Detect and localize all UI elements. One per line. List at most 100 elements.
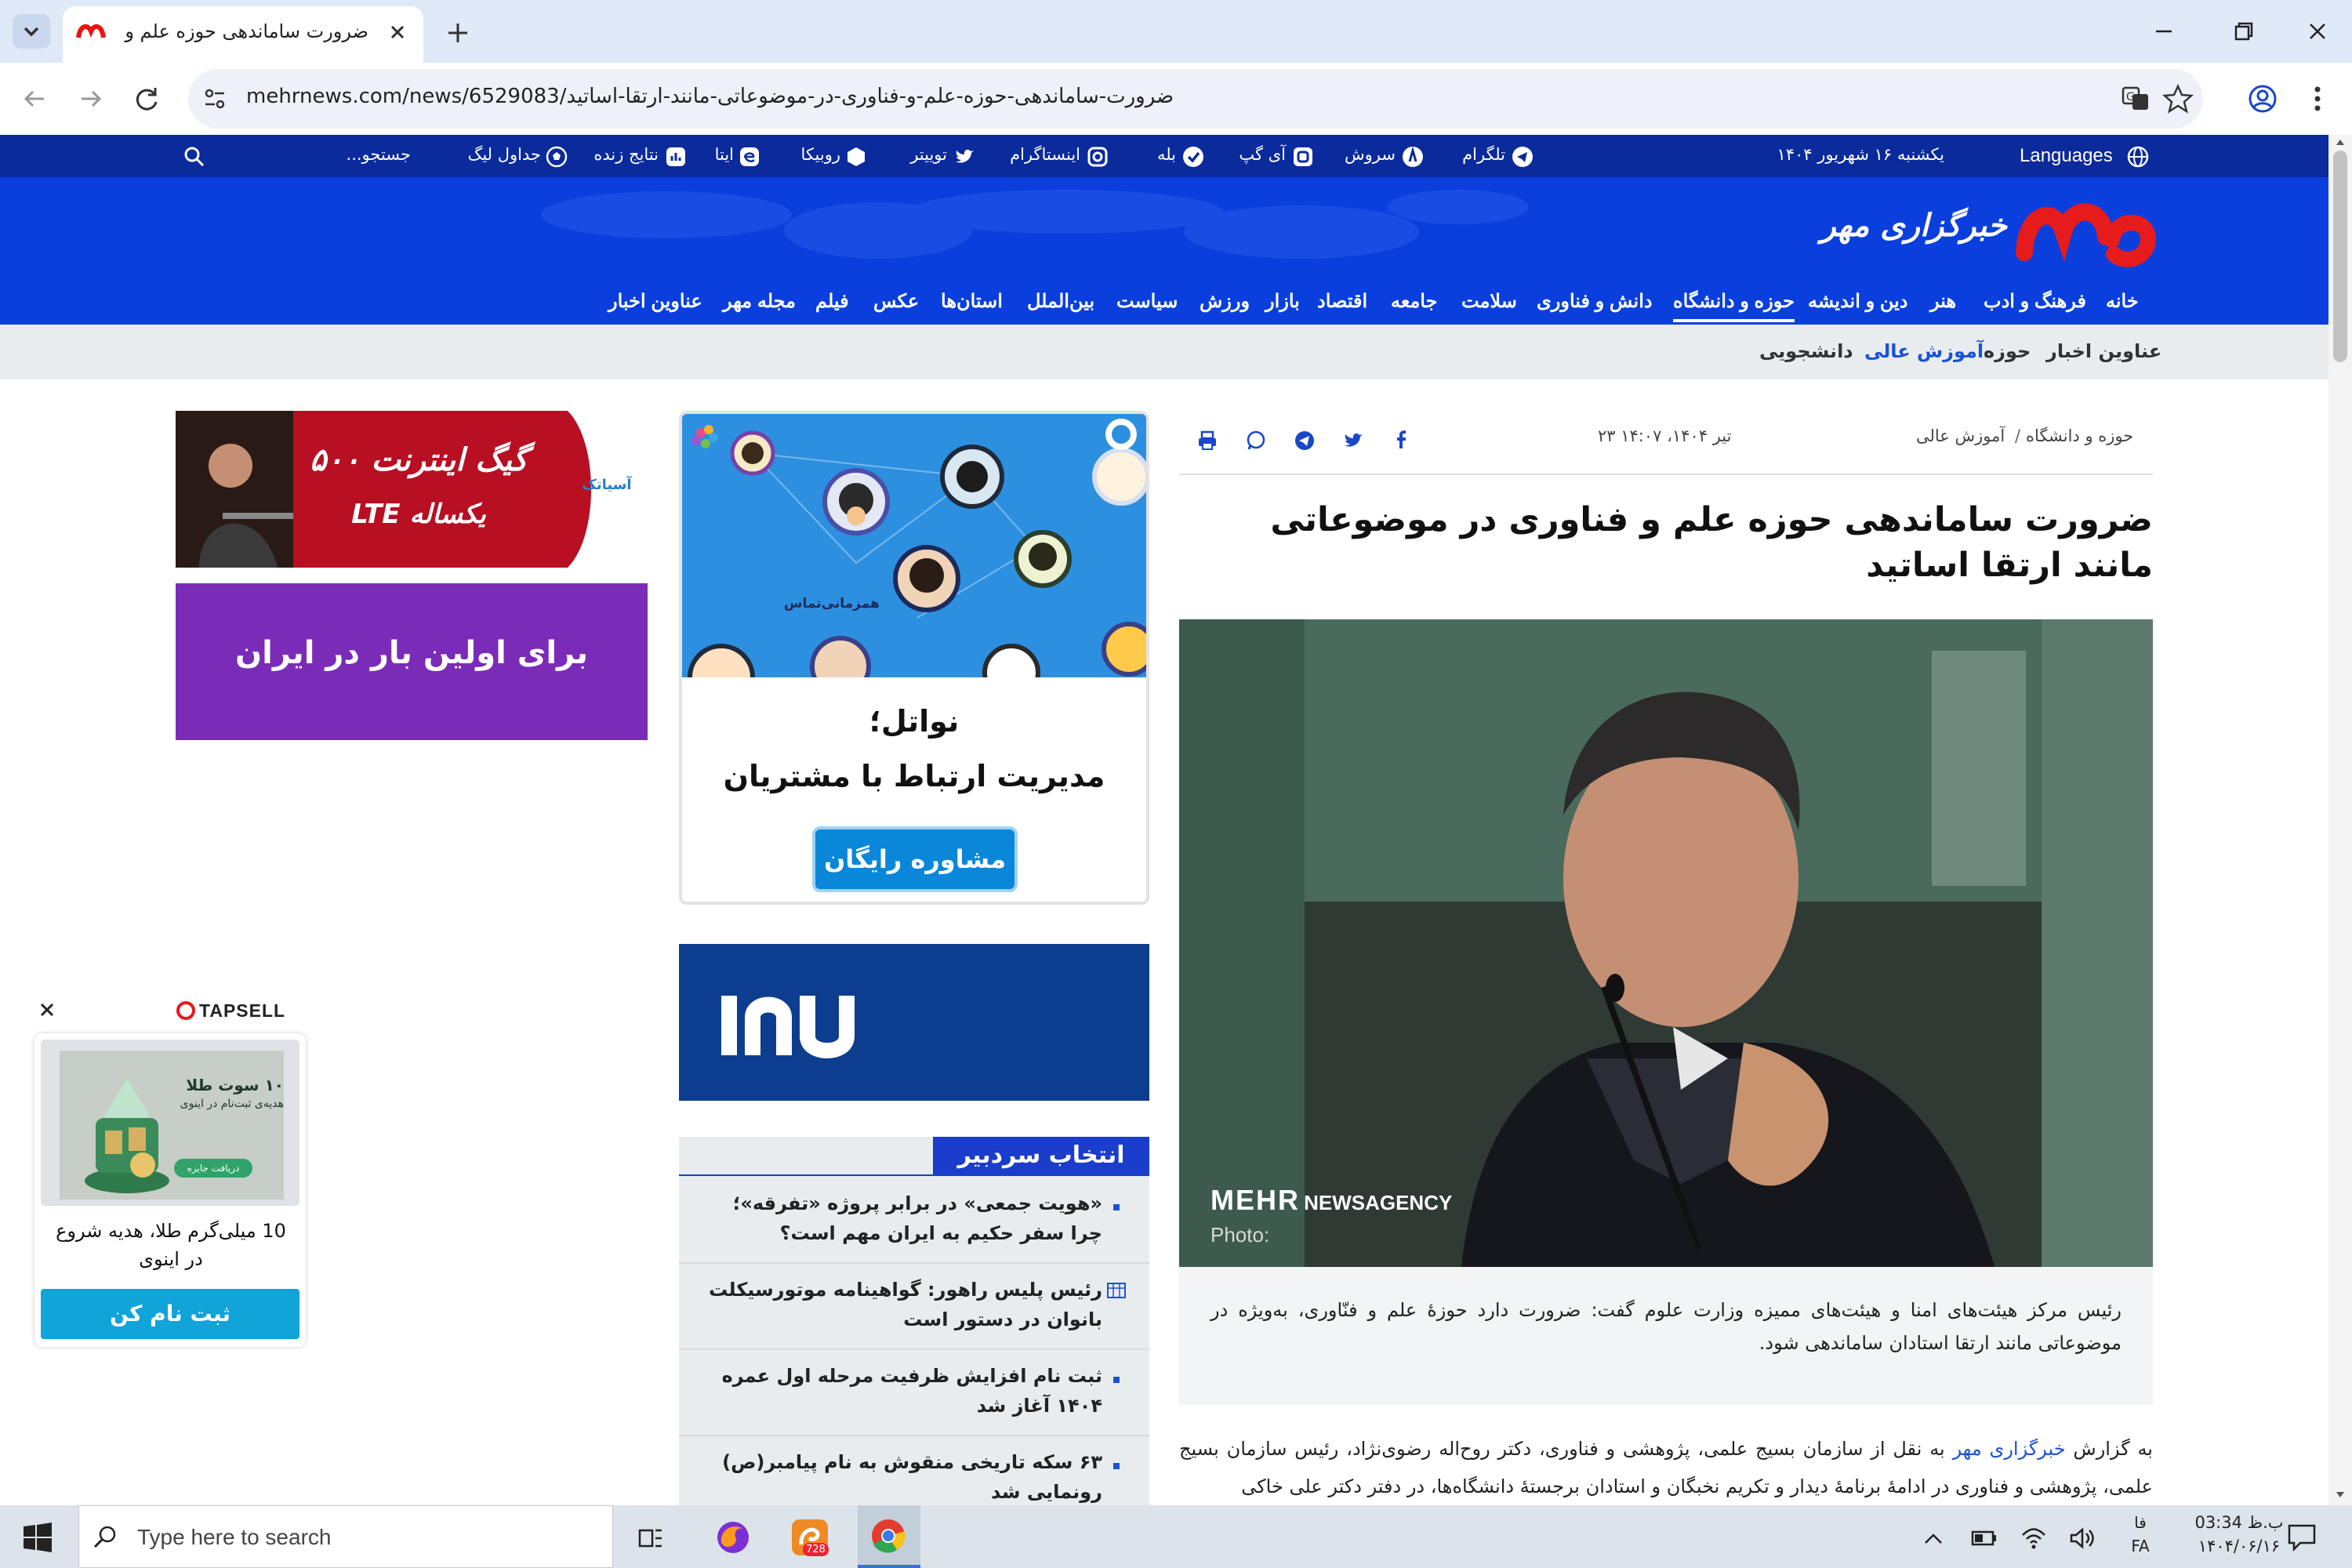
print-icon[interactable] xyxy=(1196,430,1218,452)
bookmark-star-icon[interactable] xyxy=(2161,82,2195,116)
nav-item[interactable]: جامعه xyxy=(1391,290,1437,313)
editor-pick-item[interactable]: «هویت جمعی» در برابر پروژه «تفرقه»؛ چرا … xyxy=(679,1189,1149,1264)
subnav-item[interactable]: دانشجویی xyxy=(1759,340,1853,362)
nav-item[interactable]: دانش و فناوری xyxy=(1537,290,1653,313)
nav-item[interactable]: استان‌ها xyxy=(941,290,1003,313)
nav-item[interactable]: سیاست xyxy=(1116,290,1178,313)
nav-item-active[interactable]: حوزه و دانشگاه xyxy=(1673,290,1795,322)
chevron-up-icon[interactable] xyxy=(1918,1524,1949,1552)
taskbar-search[interactable]: Type here to search xyxy=(78,1505,613,1568)
navatel-ad[interactable]: همزمانی‌تماس نواتل؛ مدیریت ارتباط با مشت… xyxy=(679,411,1149,905)
tapsell-logo-icon xyxy=(176,1001,195,1020)
tapsell-card[interactable]: ۱۰ سوت طلا هدیه‌ی ثبت‌نام در اینوی دریاف… xyxy=(34,1033,306,1347)
active-tab[interactable]: ضرورت ساماندهی حوزه علم و فنا xyxy=(63,6,423,63)
nav-item[interactable]: سلامت xyxy=(1461,290,1517,313)
editor-pick-panel: انتخاب سردبیر «هویت جمعی» در برابر پروژه… xyxy=(679,1137,1149,1505)
nav-item[interactable]: عکس xyxy=(873,290,919,313)
new-tab-icon[interactable] xyxy=(442,17,474,49)
nav-item[interactable]: فرهنگ و ادب xyxy=(1984,290,2086,313)
languages-link[interactable]: Languages xyxy=(2020,145,2113,167)
back-icon[interactable] xyxy=(17,83,52,114)
lte-internet-ad[interactable]: ۵۰۰ گیگ اینترنت LTE یکساله آسیاتک xyxy=(176,411,648,568)
share-telegram-icon[interactable] xyxy=(1294,430,1316,452)
site-logo[interactable]: خبرگزاری مهر xyxy=(1819,185,2156,279)
battery-icon[interactable] xyxy=(1968,1524,1999,1552)
nav-item[interactable]: دین و اندیشه xyxy=(1808,290,1907,313)
nav-item[interactable]: عناوین اخبار xyxy=(608,290,702,313)
page-scrollbar[interactable] xyxy=(2328,135,2352,1505)
editor-pick-item[interactable]: رئیس پلیس راهور: گواهینامه موتورسیکلت با… xyxy=(679,1275,1149,1350)
igap-icon xyxy=(1294,147,1312,166)
social-twitter[interactable]: توییتر xyxy=(878,144,980,169)
nav-item[interactable]: بازار xyxy=(1265,290,1300,313)
nav-item[interactable]: هنر xyxy=(1930,290,1956,313)
social-telegram[interactable]: تلگرام xyxy=(1443,144,1537,169)
close-ad-button[interactable] xyxy=(31,994,63,1025)
nav-item[interactable]: مجله مهر xyxy=(723,290,796,313)
scroll-up-icon[interactable] xyxy=(2334,136,2347,147)
windows-start-icon[interactable] xyxy=(22,1523,53,1552)
taskbar-app[interactable]: 728 xyxy=(781,1505,844,1568)
scroll-down-icon[interactable] xyxy=(2334,1490,2347,1501)
tab-search-button[interactable] xyxy=(13,14,50,49)
nav-item[interactable]: اقتصاد xyxy=(1317,290,1367,313)
nav-item[interactable]: خانه xyxy=(2106,290,2139,313)
facebook-icon[interactable] xyxy=(1391,430,1411,450)
share-twitter-icon[interactable] xyxy=(1342,430,1364,450)
source-link[interactable]: خبرگزاری مهر xyxy=(1953,1438,2066,1460)
nav-item[interactable]: بین‌الملل xyxy=(1027,290,1094,313)
editor-pick-item[interactable]: ۶۳ سکه تاریخی منقوش به نام پیامبر(ص) رون… xyxy=(679,1447,1149,1505)
search-icon[interactable] xyxy=(182,144,207,169)
subnav-item[interactable]: حوزه xyxy=(1984,340,2031,362)
ad-logo-icon xyxy=(721,996,855,1058)
scrollbar-thumb[interactable] xyxy=(2333,151,2347,362)
volume-icon[interactable] xyxy=(2067,1524,2098,1552)
reload-icon[interactable] xyxy=(130,83,165,114)
language-indicator[interactable]: فا FA xyxy=(2117,1510,2164,1563)
close-tab-icon[interactable] xyxy=(384,19,411,45)
social-eitaa[interactable]: ایتا xyxy=(698,144,776,169)
nav-item[interactable]: فیلم xyxy=(815,290,849,313)
ofogh-ad[interactable] xyxy=(679,944,1149,1101)
forward-icon[interactable] xyxy=(74,83,108,114)
bullet-icon xyxy=(1113,1463,1120,1469)
site-search-input[interactable]: جستجو... xyxy=(235,145,411,164)
purple-ad[interactable]: برای اولین بار در ایران xyxy=(176,583,648,740)
article-body: به گزارش خبرگزاری مهر به نقل از سازمان ب… xyxy=(1179,1430,2153,1505)
breadcrumb-subsection[interactable]: آموزش عالی xyxy=(1916,426,2005,445)
taskbar-firefox[interactable] xyxy=(706,1505,760,1568)
address-bar[interactable]: mehrnews.com/news/6529083/ضرورت-ساماندهی… xyxy=(188,69,2203,129)
live-results-link[interactable]: نتایج زنده xyxy=(593,144,690,169)
clock[interactable]: 03:34 ب.ظ ۱۴۰۴/۰۶/۱۶ xyxy=(2184,1510,2294,1563)
league-tables-link[interactable]: جداول لیگ xyxy=(455,144,572,169)
social-instagram[interactable]: اینستاگرام xyxy=(988,144,1113,169)
editor-pick-item[interactable]: ثبت نام افزایش ظرفیت مرحله اول عمره ۱۴۰۴… xyxy=(679,1361,1149,1436)
nav-item[interactable]: ورزش xyxy=(1200,290,1250,313)
chrome-icon xyxy=(872,1519,906,1553)
breadcrumb-section[interactable]: حوزه و دانشگاه xyxy=(2026,426,2133,445)
navatel-consult-button[interactable]: مشاوره رایگان xyxy=(812,826,1018,892)
site-info-icon[interactable] xyxy=(198,82,232,116)
social-bale[interactable]: بله xyxy=(1113,144,1207,169)
profile-icon[interactable] xyxy=(2244,80,2281,118)
subnav-item[interactable]: عناوین اخبار xyxy=(2046,340,2161,362)
whatsapp-icon[interactable] xyxy=(1245,430,1267,452)
social-soroush[interactable]: سروش xyxy=(1333,144,1427,169)
social-rubika[interactable]: روبیکا xyxy=(784,144,870,169)
notification-icon[interactable] xyxy=(2285,1521,2319,1552)
close-window-icon[interactable] xyxy=(2302,16,2333,47)
task-view-icon[interactable] xyxy=(635,1524,666,1552)
instagram-icon xyxy=(1087,147,1108,167)
menu-icon[interactable] xyxy=(2302,80,2333,118)
subnav-item-active[interactable]: آموزش عالی xyxy=(1864,340,1984,362)
minimize-icon[interactable] xyxy=(2148,16,2180,47)
social-label: سروش xyxy=(1345,145,1396,164)
social-igap[interactable]: آی گپ xyxy=(1223,144,1317,169)
restore-icon[interactable] xyxy=(2228,16,2259,47)
logo-text: خبرگزاری مهر xyxy=(1820,207,2007,244)
tapsell-signup-button[interactable]: ثبت نام کن xyxy=(41,1289,299,1339)
editor-pick-title: ثبت نام افزایش ظرفیت مرحله اول عمره ۱۴۰۴… xyxy=(721,1365,1102,1417)
translate-icon[interactable]: G xyxy=(2118,82,2153,116)
wifi-icon[interactable] xyxy=(2018,1524,2049,1552)
taskbar-chrome[interactable] xyxy=(858,1505,920,1568)
